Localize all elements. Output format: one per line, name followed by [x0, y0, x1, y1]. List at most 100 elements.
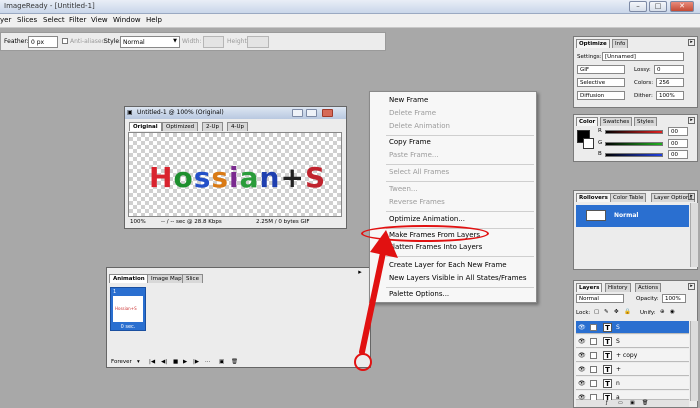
new-set-icon[interactable]: ▭ [618, 400, 623, 406]
lock-all-icon[interactable]: 🔒 [624, 309, 631, 315]
document-minimize-button[interactable] [292, 109, 303, 117]
layer-row[interactable]: 👁 T n [576, 377, 689, 390]
chevron-down-icon[interactable]: ▾ [137, 359, 140, 365]
menu-item-select-all-frames[interactable]: Select All Frames [389, 168, 449, 176]
tab-optimize[interactable]: Optimize [576, 39, 610, 48]
tab-original[interactable]: Original [129, 122, 162, 131]
document-titlebar[interactable]: ▣ Untitled-1 @ 100% (Original) [125, 107, 346, 119]
dither-input[interactable]: 100% [656, 91, 684, 100]
tab-rollovers[interactable]: Rollovers [576, 193, 611, 202]
menu-item-create-layer-each-frame[interactable]: Create Layer for Each New Frame [389, 261, 507, 269]
rollovers-scrollbar[interactable] [690, 203, 698, 267]
channel-b-value[interactable]: 00 [668, 150, 688, 159]
menu-item-reverse-frames[interactable]: Reverse Frames [389, 198, 445, 206]
width-input[interactable] [203, 36, 224, 48]
stop-icon[interactable]: ■ [173, 359, 178, 365]
menu-item-delete-frame[interactable]: Delete Frame [389, 109, 436, 117]
menu-item-flatten-frames-into-layers[interactable]: Flatten Frames Into Layers [389, 243, 482, 251]
first-frame-icon[interactable]: |◀ [149, 359, 155, 365]
play-icon[interactable]: ▶ [183, 359, 187, 365]
document-canvas[interactable]: Hossian+S [128, 132, 342, 217]
menu-filter[interactable]: Filter [69, 16, 86, 24]
layer-row[interactable]: 👁 T a [576, 391, 689, 402]
link-checkbox[interactable] [590, 352, 597, 359]
unify-position-icon[interactable]: ⊕ [660, 309, 665, 315]
channel-r-value[interactable]: 00 [668, 127, 688, 136]
eye-icon[interactable]: 👁 [578, 352, 586, 359]
tab-animation[interactable]: Animation [109, 274, 149, 283]
eye-icon[interactable]: 👁 [578, 366, 586, 373]
tab-optimized[interactable]: Optimized [162, 122, 199, 131]
tab-info[interactable]: Info [612, 39, 629, 48]
tab-slice[interactable]: Slice [182, 274, 203, 283]
tab-image-map[interactable]: Image Map [147, 274, 186, 283]
menu-view[interactable]: View [91, 16, 108, 24]
blend-mode-select[interactable]: Normal [576, 294, 624, 303]
animation-frame[interactable]: 1 Hossian+S 0 sec. [110, 287, 146, 331]
menu-window[interactable]: Window [113, 16, 141, 24]
panel-menu-arrow-icon[interactable]: ▸ [688, 193, 695, 200]
next-frame-icon[interactable]: |▶ [193, 359, 199, 365]
rollover-state-normal[interactable]: Normal [576, 205, 689, 227]
channel-r-slider[interactable] [605, 130, 663, 134]
layer-row[interactable]: 👁 T S [576, 335, 689, 348]
palette-select[interactable]: Selective [577, 78, 625, 87]
document-maximize-button[interactable] [306, 109, 317, 117]
link-checkbox[interactable] [590, 366, 597, 373]
new-layer-icon[interactable]: ▣ [630, 400, 635, 406]
menu-item-optimize-animation[interactable]: Optimize Animation... [389, 215, 465, 223]
trash-icon[interactable]: 🗑 [642, 400, 648, 406]
channel-g-slider[interactable] [605, 142, 663, 146]
menu-item-tween[interactable]: Tween... [389, 185, 418, 193]
tab-color[interactable]: Color [576, 117, 599, 126]
menu-slices[interactable]: Slices [17, 16, 37, 24]
lock-image-icon[interactable]: ✎ [604, 309, 609, 315]
tab-color-table[interactable]: Color Table [610, 193, 647, 202]
antialiased-checkbox[interactable] [62, 38, 68, 44]
tab-2up[interactable]: 2-Up [202, 122, 224, 131]
download-speed-readout[interactable]: -- / -- sec @ 28.8 Kbps [161, 219, 222, 225]
tab-layers[interactable]: Layers [576, 283, 603, 292]
format-select[interactable]: GIF [577, 65, 625, 74]
settings-select[interactable]: [Unnamed] [602, 52, 684, 61]
menu-layer[interactable]: yer [0, 16, 11, 24]
menu-item-paste-frame[interactable]: Paste Frame... [389, 151, 439, 159]
height-input[interactable] [247, 36, 269, 48]
panel-menu-arrow-icon[interactable]: ▸ [688, 117, 695, 124]
tween-icon[interactable]: ⋯ [205, 359, 211, 365]
layer-row[interactable]: 👁 T + copy [576, 349, 689, 362]
zoom-readout[interactable]: 100% [130, 219, 146, 225]
link-checkbox[interactable] [590, 338, 597, 345]
feather-input[interactable]: 0 px [28, 36, 58, 48]
panel-menu-arrow-icon[interactable]: ▸ [688, 283, 695, 290]
frame-delay[interactable]: 0 sec. [111, 324, 145, 330]
lock-position-icon[interactable]: ✥ [614, 309, 619, 315]
tab-actions[interactable]: Actions [635, 283, 662, 292]
eye-icon[interactable]: 👁 [578, 380, 586, 387]
file-size-readout[interactable]: 2.25M / 0 bytes GIF [256, 219, 310, 225]
tab-history[interactable]: History [605, 283, 631, 292]
panel-menu-arrow-icon[interactable]: ▸ [688, 39, 695, 46]
layers-scrollbar[interactable] [690, 321, 698, 401]
menu-help[interactable]: Help [146, 16, 162, 24]
loop-select[interactable]: Forever [111, 359, 132, 365]
menu-item-delete-animation[interactable]: Delete Animation [389, 122, 450, 130]
colors-input[interactable]: 256 [656, 78, 684, 87]
style-select[interactable]: Normal ▼ [120, 36, 180, 48]
dither-method-select[interactable]: Diffusion [577, 91, 625, 100]
tab-4up[interactable]: 4-Up [227, 122, 249, 131]
brush-icon[interactable] [590, 324, 597, 331]
close-button[interactable]: ✕ [670, 1, 694, 12]
menu-item-new-frame[interactable]: New Frame [389, 96, 428, 104]
menu-item-copy-frame[interactable]: Copy Frame [389, 138, 431, 146]
previous-frame-icon[interactable]: ◀| [161, 359, 167, 365]
document-close-button[interactable] [322, 109, 333, 117]
layer-effects-icon[interactable]: ƒ [606, 400, 608, 406]
tab-swatches[interactable]: Swatches [600, 117, 633, 126]
channel-b-slider[interactable] [605, 153, 663, 157]
menu-item-new-layers-visible[interactable]: New Layers Visible in All States/Frames [389, 274, 526, 282]
eye-icon[interactable]: 👁 [578, 338, 586, 345]
new-frame-icon[interactable]: ▣ [219, 359, 224, 365]
maximize-button[interactable]: □ [649, 1, 667, 12]
layer-row[interactable]: 👁 T S [576, 321, 689, 334]
